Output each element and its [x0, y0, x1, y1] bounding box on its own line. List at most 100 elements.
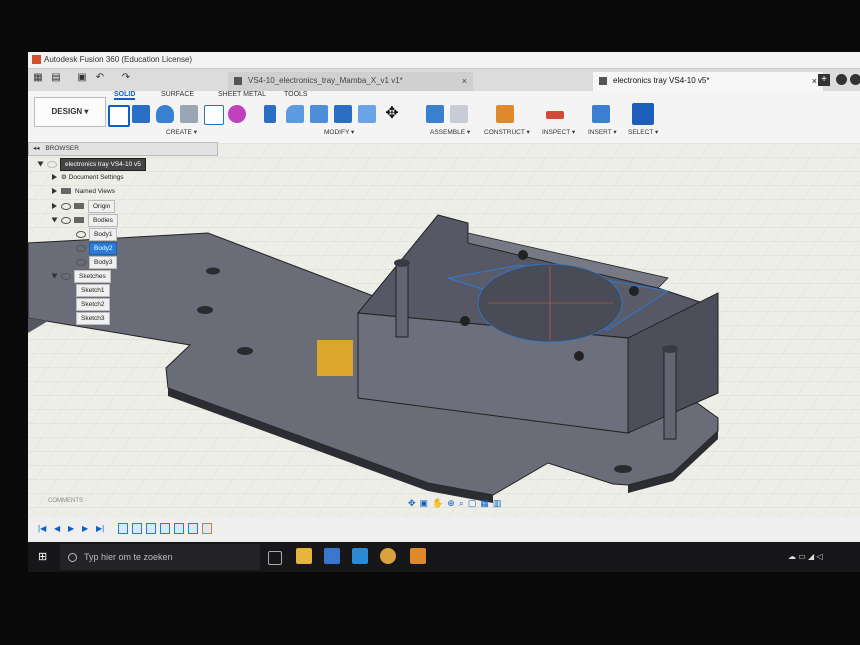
display-settings-icon[interactable]: ▢	[468, 498, 481, 508]
eye-icon[interactable]	[47, 160, 57, 168]
tree-item-body3[interactable]: Body3	[76, 256, 118, 269]
file-menu-icon[interactable]: ▤	[50, 72, 62, 84]
tab-solid[interactable]: SOLID	[114, 91, 136, 100]
box-icon[interactable]	[180, 105, 198, 123]
joint-icon[interactable]	[450, 105, 468, 123]
timeline-marker[interactable]	[202, 523, 212, 534]
extrude-icon[interactable]	[132, 105, 150, 123]
tree-item-named-views[interactable]: Named Views	[52, 186, 115, 197]
tab-mamba-tray[interactable]: VS4-10_electronics_tray_Mamba_X_v1 v1* ×	[228, 72, 473, 91]
tree-item-sketch1[interactable]: Sketch1	[76, 284, 110, 297]
inspect-menu[interactable]: INSPECT ▾	[542, 128, 575, 136]
go-to-start-icon[interactable]: |◀	[38, 524, 46, 533]
expand-icon[interactable]	[51, 273, 58, 279]
select-menu[interactable]: SELECT ▾	[628, 128, 658, 136]
move-icon[interactable]: ✥	[383, 105, 401, 123]
eye-icon[interactable]	[76, 230, 86, 238]
combine-icon[interactable]	[358, 105, 376, 123]
workspace-switcher[interactable]: DESIGN ▾	[34, 97, 106, 127]
file-explorer-icon[interactable]	[296, 548, 312, 564]
press-pull-icon[interactable]	[264, 105, 276, 123]
form-icon[interactable]	[228, 105, 246, 123]
expand-icon[interactable]	[51, 217, 58, 223]
revolve-icon[interactable]	[156, 105, 174, 123]
create-menu[interactable]: CREATE ▾	[166, 128, 197, 136]
network-icon[interactable]: ☁ ▭ ◢ ◁	[788, 552, 823, 561]
tree-item-body2[interactable]: Body2	[76, 242, 118, 255]
chrome-icon[interactable]	[380, 548, 396, 564]
tab-sheet-metal[interactable]: SHEET METAL	[218, 91, 266, 98]
redo-icon[interactable]: ↷	[120, 72, 132, 84]
expand-icon[interactable]	[52, 203, 57, 210]
tree-item-body1[interactable]: Body1	[76, 228, 118, 241]
eye-icon[interactable]	[76, 258, 86, 266]
store-icon[interactable]	[324, 548, 340, 564]
eye-icon[interactable]	[61, 202, 71, 210]
eye-icon[interactable]	[61, 272, 71, 280]
shell-icon[interactable]	[334, 105, 352, 123]
construct-menu[interactable]: CONSTRUCT ▾	[484, 128, 530, 136]
tab-tools[interactable]: TOOLS	[284, 91, 308, 98]
browser-panel-header[interactable]: ◂◂ BROWSER	[28, 142, 218, 156]
comments-panel[interactable]: COMMENTS	[48, 498, 83, 504]
fillet-icon[interactable]	[286, 105, 304, 123]
close-icon[interactable]: ×	[462, 72, 467, 90]
expand-icon[interactable]	[52, 188, 57, 195]
new-component-icon[interactable]	[426, 105, 444, 123]
grid-menu-icon[interactable]: ▦	[32, 72, 44, 84]
mail-icon[interactable]	[352, 548, 368, 564]
assemble-menu[interactable]: ASSEMBLE ▾	[430, 128, 470, 136]
expand-icon[interactable]	[37, 161, 44, 167]
timeline-feature[interactable]	[118, 523, 128, 534]
tree-item-sketch2[interactable]: Sketch2	[76, 298, 110, 311]
taskbar-search[interactable]: Typ hier om te zoeken	[60, 544, 260, 570]
undo-icon[interactable]: ↶	[94, 72, 106, 84]
windows-start-icon[interactable]: ⊞	[38, 550, 52, 564]
expand-icon[interactable]	[52, 174, 57, 181]
pattern-icon[interactable]	[204, 105, 224, 125]
tab-surface[interactable]: SURFACE	[161, 91, 194, 98]
tree-item-bodies[interactable]: Bodies	[51, 214, 118, 227]
timeline-feature[interactable]	[160, 523, 170, 534]
eye-icon[interactable]	[76, 244, 86, 252]
new-tab-button[interactable]: +	[818, 74, 830, 86]
look-at-icon[interactable]: ▣	[420, 498, 433, 508]
step-forward-icon[interactable]: ▶	[82, 524, 88, 533]
step-back-icon[interactable]: ◀	[54, 524, 60, 533]
timeline-feature[interactable]	[174, 523, 184, 534]
tree-item-sketches[interactable]: Sketches	[51, 270, 111, 283]
zoom-icon[interactable]: ⊕	[447, 498, 459, 508]
tree-item-document-settings[interactable]: ⚙ Document Settings	[52, 172, 124, 183]
tree-item-origin[interactable]: Origin	[52, 200, 116, 213]
insert-menu[interactable]: INSERT ▾	[588, 128, 617, 136]
tab-electronics-tray[interactable]: electronics tray VS4-10 v5* ×	[593, 72, 823, 91]
go-to-end-icon[interactable]: ▶|	[96, 524, 104, 533]
modify-menu[interactable]: MODIFY ▾	[324, 128, 354, 136]
chamfer-icon[interactable]	[310, 105, 328, 123]
viewports-icon[interactable]: ▥	[493, 498, 506, 508]
navigation-bar[interactable]: ✥▣✋⊕⌕▢▦▥	[408, 498, 505, 509]
timeline-feature[interactable]	[146, 523, 156, 534]
measure-icon[interactable]	[546, 111, 564, 119]
select-icon[interactable]	[632, 103, 654, 125]
fit-icon[interactable]: ⌕	[459, 498, 468, 508]
play-icon[interactable]: ▶	[68, 524, 74, 533]
eye-icon[interactable]	[61, 216, 71, 224]
create-sketch-icon[interactable]	[108, 105, 130, 127]
browser-root[interactable]: electronics tray VS4-10 v5	[37, 158, 146, 171]
task-view-icon[interactable]	[268, 551, 282, 565]
job-status-icon[interactable]	[836, 74, 847, 85]
close-icon[interactable]: ×	[812, 72, 817, 90]
offset-plane-icon[interactable]	[496, 105, 514, 123]
grid-settings-icon[interactable]: ▦	[480, 498, 493, 508]
tree-item-sketch3[interactable]: Sketch3	[76, 312, 110, 325]
save-icon[interactable]: ▣	[76, 72, 88, 84]
notifications-icon[interactable]	[850, 74, 860, 85]
timeline-feature[interactable]	[188, 523, 198, 534]
orbit-icon[interactable]: ✥	[408, 498, 420, 508]
insert-image-icon[interactable]	[592, 105, 610, 123]
pan-icon[interactable]: ✋	[432, 498, 447, 508]
collapse-icon[interactable]: ◂◂	[33, 145, 40, 152]
timeline-feature[interactable]	[132, 523, 142, 534]
fusion-taskbar-icon[interactable]	[410, 548, 426, 564]
